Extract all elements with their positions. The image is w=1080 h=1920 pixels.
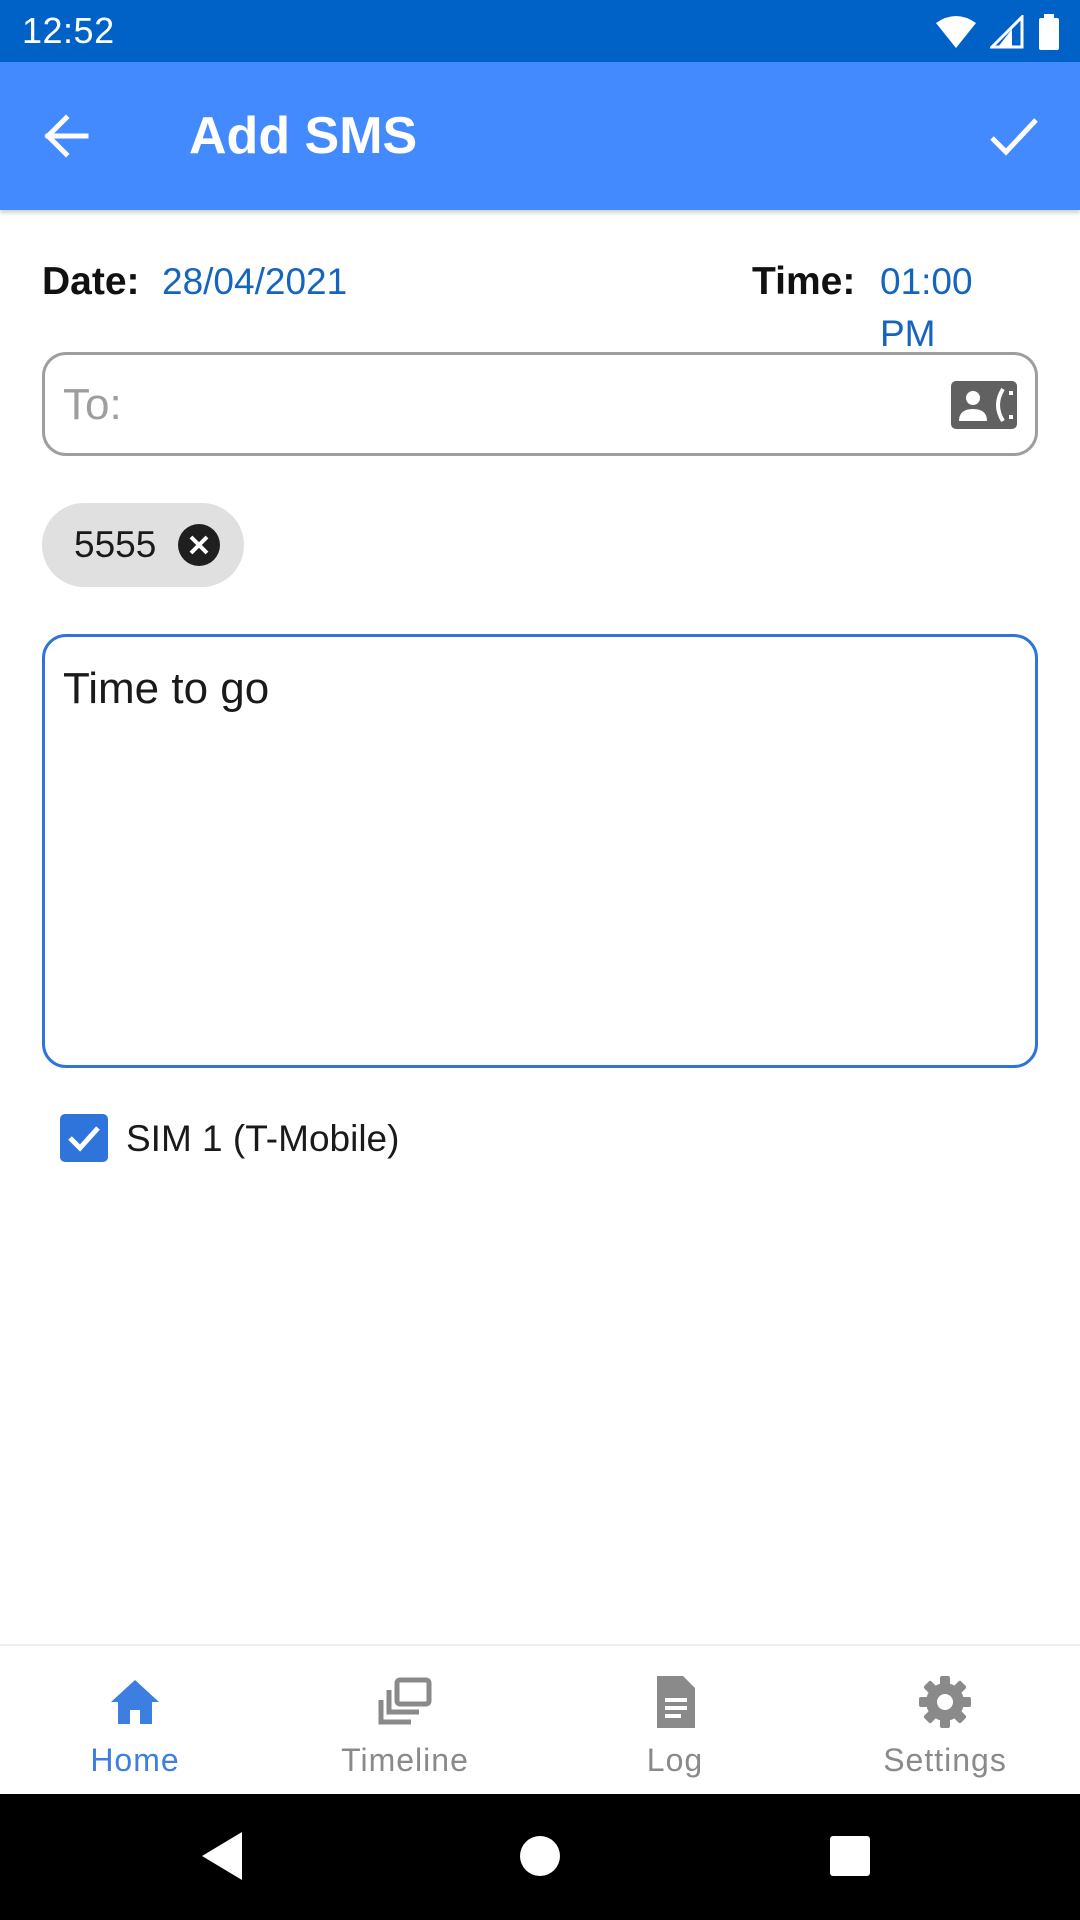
nav-label-timeline: Timeline	[341, 1742, 469, 1778]
arrow-back-icon	[44, 114, 89, 158]
timeline-icon	[378, 1677, 432, 1725]
status-bar: 12:52	[0, 0, 1080, 62]
document-icon	[657, 1676, 695, 1728]
time-value[interactable]: 01:00 PM	[880, 256, 1038, 360]
system-navigation-bar	[0, 1794, 1080, 1920]
recipient-chip-label: 5555	[74, 524, 157, 565]
date-time-row: Date: 28/04/2021 Time: 01:00 PM	[42, 256, 1038, 354]
nav-label-settings: Settings	[883, 1742, 1007, 1778]
date-value[interactable]: 28/04/2021	[162, 256, 347, 308]
cell-signal-icon	[990, 15, 1024, 49]
nav-item-log[interactable]: Log	[540, 1646, 810, 1794]
contact-picker-button[interactable]	[951, 381, 1017, 429]
recipient-field[interactable]: To:	[42, 352, 1038, 456]
message-input[interactable]: Time to go	[42, 634, 1038, 1068]
nav-label-home: Home	[90, 1742, 180, 1778]
recipient-chip: 5555	[42, 503, 244, 587]
gear-icon	[919, 1676, 971, 1728]
system-back-button[interactable]	[198, 1828, 254, 1884]
checkmark-icon	[68, 1126, 100, 1152]
page-title: Add SMS	[189, 107, 418, 165]
nav-item-timeline[interactable]: Timeline	[270, 1646, 540, 1794]
sim-label: SIM 1 (T-Mobile)	[126, 1118, 400, 1159]
triangle-back-icon	[202, 1832, 242, 1880]
wifi-icon	[936, 16, 976, 48]
date-label: Date:	[42, 260, 140, 303]
time-label: Time:	[752, 260, 856, 303]
app-bar: Add SMS	[0, 62, 1080, 210]
nav-item-settings[interactable]: Settings	[810, 1646, 1080, 1794]
status-time: 12:52	[22, 10, 115, 51]
save-button[interactable]	[984, 106, 1044, 166]
system-home-button[interactable]	[512, 1828, 568, 1884]
bottom-navigation: Home Timeline Log Settings	[0, 1644, 1080, 1794]
circle-home-icon	[520, 1836, 560, 1876]
message-text: Time to go	[63, 664, 270, 713]
nav-item-home[interactable]: Home	[0, 1646, 270, 1794]
remove-recipient-button[interactable]	[177, 523, 221, 567]
check-icon	[990, 118, 1038, 156]
battery-icon	[1039, 14, 1059, 50]
recipient-placeholder: To:	[63, 380, 122, 429]
square-recents-icon	[830, 1836, 870, 1876]
back-button[interactable]	[40, 108, 102, 164]
system-recents-button[interactable]	[822, 1828, 878, 1884]
close-circle-icon	[178, 524, 220, 566]
sim-checkbox[interactable]	[60, 1114, 108, 1162]
nav-label-log: Log	[646, 1742, 704, 1778]
home-icon	[111, 1680, 159, 1724]
sim-checkbox-row[interactable]: SIM 1 (T-Mobile)	[60, 1112, 660, 1164]
status-icons	[936, 14, 1060, 50]
contact-phone-icon	[951, 381, 1017, 429]
